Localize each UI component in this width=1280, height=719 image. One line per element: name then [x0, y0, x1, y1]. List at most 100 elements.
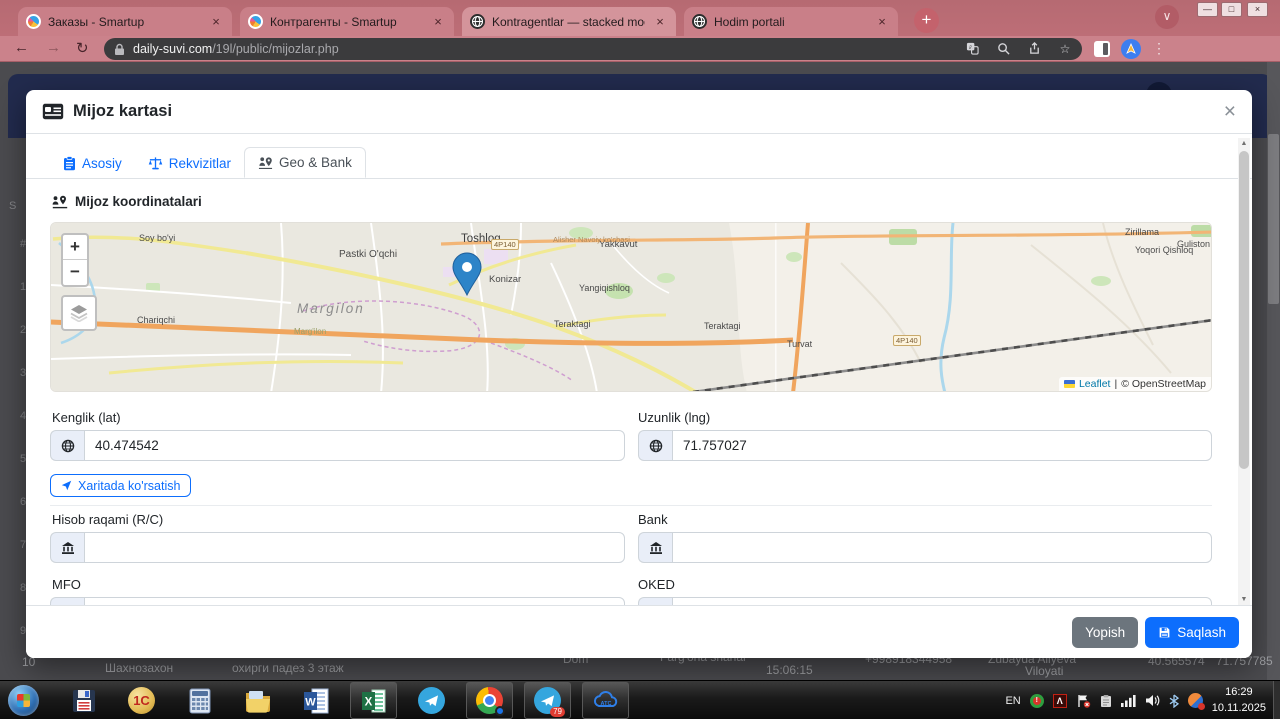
tab-close-icon[interactable]: × — [874, 14, 890, 30]
chrome-icon — [476, 687, 505, 716]
save-button[interactable]: Saqlash — [1145, 616, 1239, 648]
map-label: Zirillama — [1125, 227, 1160, 237]
tab-search-chevron-icon[interactable]: ∨ — [1155, 5, 1179, 29]
language-indicator[interactable]: EN — [1005, 695, 1020, 707]
close-button-label: Yopish — [1085, 624, 1126, 640]
browser-tabstrip: Заказы - Smartup × Контрагенты - Smartup… — [0, 0, 1280, 36]
adobe-reader-tray-icon[interactable]: Λ — [1052, 693, 1067, 708]
address-bar[interactable]: daily-suvi.com/19l/public/mijozlar.php a… — [104, 38, 1082, 60]
globe-favicon — [692, 14, 707, 29]
leaflet-link[interactable]: Leaflet — [1079, 378, 1111, 390]
bookmark-star-icon[interactable]: ☆ — [1058, 42, 1072, 56]
page-scrollbar-thumb[interactable] — [1268, 134, 1279, 304]
modal-close-icon[interactable]: × — [1224, 101, 1236, 122]
browser-tab-zakazy[interactable]: Заказы - Smartup × — [18, 7, 232, 36]
lng-input-group — [638, 430, 1212, 461]
lng-input[interactable] — [672, 430, 1212, 461]
tab-close-icon[interactable]: × — [430, 14, 446, 30]
tab-close-icon[interactable]: × — [652, 14, 668, 30]
tab-asosiy[interactable]: Asosiy — [50, 149, 135, 178]
floppy-app-icon — [72, 689, 95, 712]
show-on-map-button[interactable]: Xaritada ko'rsatish — [50, 474, 192, 497]
taskbar-item-atc[interactable]: ATC — [582, 682, 629, 719]
clipboard-tray-icon[interactable] — [1100, 694, 1112, 708]
bank-icon — [638, 597, 672, 605]
scroll-down-icon[interactable]: ▼ — [1238, 596, 1250, 603]
bluetooth-icon[interactable] — [1169, 693, 1179, 708]
show-desktop-button[interactable] — [1273, 681, 1280, 719]
bank-input[interactable] — [672, 532, 1212, 563]
map-label: Pastki O'qchi — [339, 249, 398, 260]
telegram-unread-badge: 79 — [550, 707, 565, 717]
smartup-favicon — [26, 14, 41, 29]
taskbar-item-calculator[interactable] — [176, 682, 223, 719]
clock[interactable]: 16:29 10.11.2025 — [1212, 685, 1266, 716]
forward-button[interactable]: → — [46, 39, 61, 56]
lat-input-group — [50, 430, 625, 461]
map-label: Chariqchi — [137, 315, 176, 325]
taskbar-item-excel[interactable]: X — [350, 682, 397, 719]
map-label: Margilon — [297, 301, 365, 316]
taskbar-item-telegram-2[interactable]: 79 — [524, 682, 571, 719]
page-scrollbar[interactable] — [1267, 62, 1280, 680]
tray-time: 16:29 — [1225, 686, 1253, 699]
window-close-button[interactable]: × — [1247, 2, 1268, 17]
side-panel-icon[interactable] — [1094, 41, 1110, 57]
mfo-input[interactable] — [84, 597, 625, 605]
share-icon[interactable] — [1027, 42, 1041, 56]
send-icon — [61, 480, 72, 491]
modal-title: Mijoz kartasi — [73, 102, 173, 120]
new-tab-button[interactable]: + — [914, 8, 939, 33]
zoom-in-button[interactable]: + — [63, 235, 87, 260]
taskbar-item-telegram[interactable] — [408, 682, 455, 719]
browser-tab-kontragenty[interactable]: Контрагенты - Smartup × — [240, 7, 454, 36]
globe-favicon — [470, 14, 485, 29]
taskbar-item-files[interactable] — [234, 682, 281, 719]
account-input[interactable] — [84, 532, 625, 563]
tab-geo-bank[interactable]: Geo & Bank — [244, 147, 366, 178]
window-restore-button[interactable]: □ — [1221, 2, 1242, 17]
network-signal-icon[interactable] — [1120, 694, 1136, 707]
lat-label: Kenglik (lat) — [52, 410, 121, 425]
tab-title: Hodim portali — [714, 14, 785, 29]
modal-tabs: Asosiy Rekvizitlar Geo & Bank — [50, 146, 366, 178]
scroll-up-icon[interactable]: ▲ — [1238, 140, 1250, 147]
browser-tab-hodim[interactable]: Hodim portali × — [684, 7, 898, 36]
zoom-out-button[interactable]: − — [63, 260, 87, 285]
modal-body: Asosiy Rekvizitlar Geo & Bank Mijoz koor… — [26, 134, 1252, 605]
profile-avatar[interactable] — [1121, 39, 1141, 59]
modal-scrollbar-thumb[interactable] — [1239, 151, 1249, 469]
osm-link[interactable]: © OpenStreetMap — [1121, 378, 1206, 390]
map-label: Soy bo'yi — [139, 233, 176, 243]
translate-icon[interactable]: a — [965, 42, 979, 56]
action-center-flag-icon[interactable] — [1076, 694, 1091, 708]
antivirus-tray-icon[interactable]: ! — [1029, 693, 1044, 708]
close-modal-button[interactable]: Yopish — [1072, 616, 1139, 648]
bg-cell: охирги падез 3 этаж — [232, 661, 344, 675]
volume-icon[interactable] — [1145, 694, 1160, 707]
zoom-search-icon[interactable] — [996, 42, 1010, 56]
start-button[interactable] — [8, 685, 39, 716]
lat-input[interactable] — [84, 430, 625, 461]
attribution-separator: | — [1114, 378, 1118, 390]
tab-rekvizitlar[interactable]: Rekvizitlar — [135, 149, 244, 178]
browser-menu-icon[interactable]: ⋮ — [1152, 40, 1166, 57]
oked-input-group — [638, 597, 1212, 605]
map-layers-button[interactable] — [61, 295, 97, 331]
tabs-divider — [26, 178, 1252, 179]
browser-tab-kontragentlar-active[interactable]: Kontragentlar — stacked modal ( × — [462, 7, 676, 36]
oked-input[interactable] — [672, 597, 1212, 605]
modal-scrollbar[interactable]: ▲ ▼ — [1238, 138, 1250, 605]
taskbar-item-1c[interactable]: 1С — [118, 682, 165, 719]
window-minimize-button[interactable]: — — [1197, 2, 1218, 17]
telegram-icon: 79 — [534, 687, 565, 717]
tab-close-icon[interactable]: × — [208, 14, 224, 30]
reload-button[interactable]: ↻ — [76, 39, 89, 57]
messenger-tray-icon[interactable] — [1187, 693, 1205, 710]
taskbar-item-chrome[interactable] — [466, 682, 513, 719]
back-button[interactable]: ← — [14, 39, 29, 56]
taskbar-item-floppy-app[interactable] — [60, 682, 107, 719]
leaflet-map[interactable]: Soy bo'yi Pastki O'qchi Chariqchi Margil… — [50, 222, 1212, 392]
show-on-map-label: Xaritada ko'rsatish — [78, 478, 181, 493]
taskbar-item-word[interactable]: W — [292, 682, 339, 719]
